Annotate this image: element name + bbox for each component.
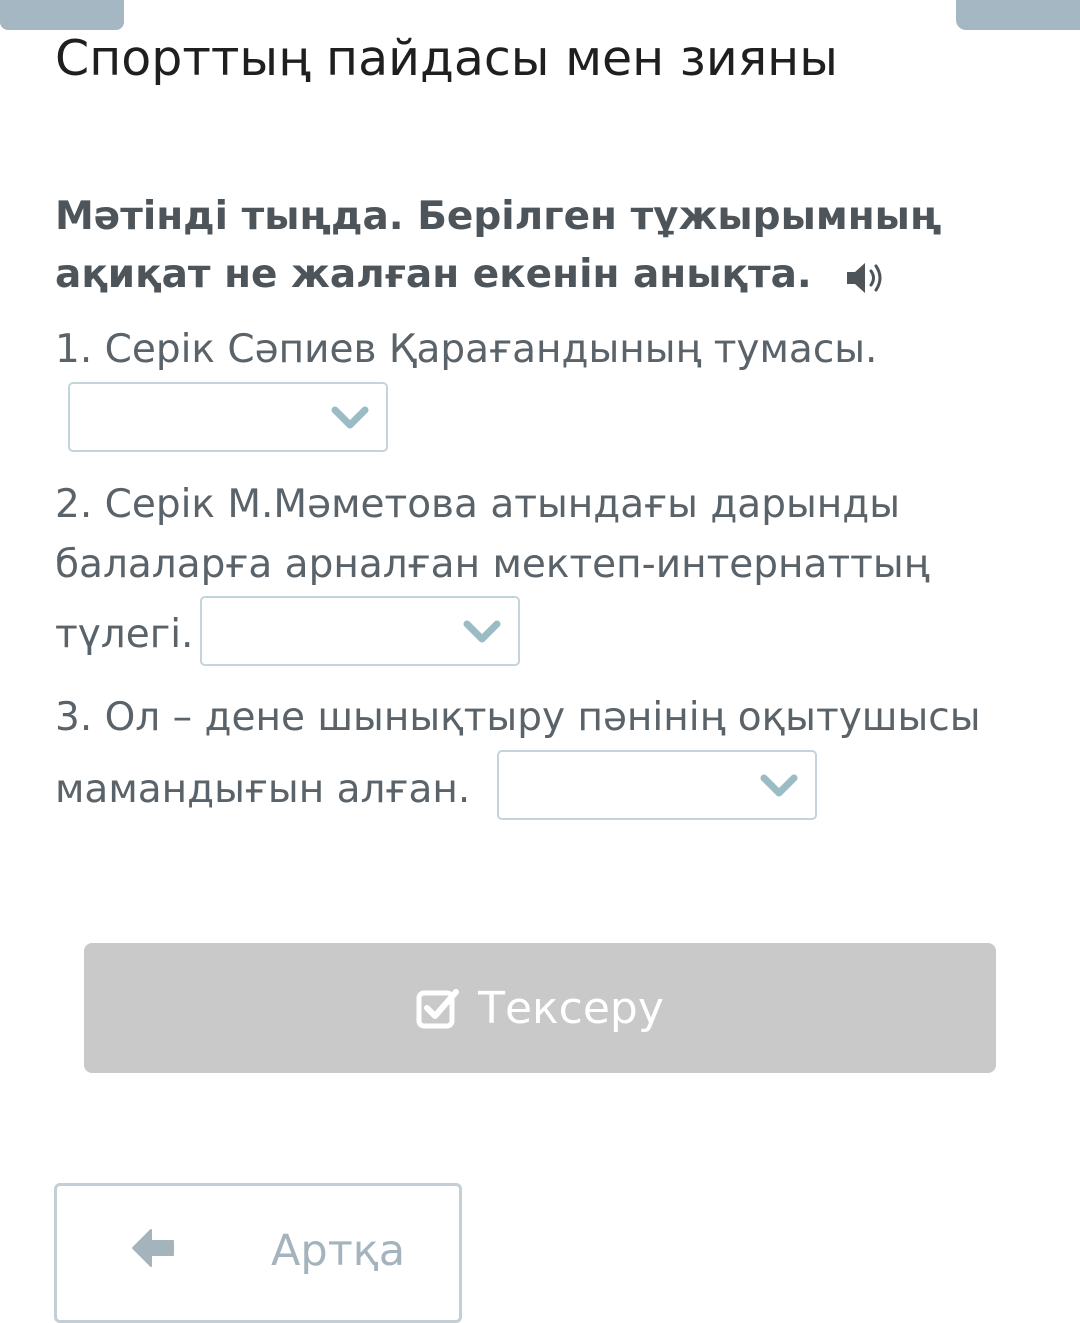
instruction-label: Мәтінді тыңда. Берілген тұжырымның ақиқа… xyxy=(55,194,942,297)
back-button-label: Артқа xyxy=(271,1226,406,1276)
question-1-text: 1. Серік Сәпиев Қарағандының тумасы. xyxy=(55,327,878,372)
chevron-down-icon xyxy=(463,620,501,643)
speaker-icon[interactable] xyxy=(845,257,889,297)
instruction-text: Мәтінді тыңда. Берілген тұжырымның ақиқа… xyxy=(55,188,1015,304)
chevron-down-icon xyxy=(760,774,798,797)
top-left-tab[interactable] xyxy=(0,0,124,30)
question-1-answer-select[interactable] xyxy=(68,382,388,452)
question-2-answer-select[interactable] xyxy=(200,596,520,666)
check-button-label: Тексеру xyxy=(478,982,664,1034)
check-button[interactable]: Тексеру xyxy=(84,943,996,1073)
arrow-left-icon xyxy=(132,1229,174,1267)
question-3-text-line-1: 3. Ол – дене шынықтыру пәнінің оқытушысы xyxy=(55,695,981,740)
question-2-text-line-1: 2. Серік М.Мәметова атындағы дарынды xyxy=(55,482,900,527)
checkbox-check-icon xyxy=(416,989,460,1029)
top-right-tab[interactable] xyxy=(956,0,1080,30)
page-title: Спорттың пайдасы мен зияны xyxy=(55,30,838,87)
question-3-answer-select[interactable] xyxy=(497,750,817,820)
question-2-text-line-2: балаларға арналған мектеп-интернаттың xyxy=(55,542,930,587)
back-button[interactable]: Артқа xyxy=(54,1183,462,1323)
chevron-down-icon xyxy=(331,406,369,429)
